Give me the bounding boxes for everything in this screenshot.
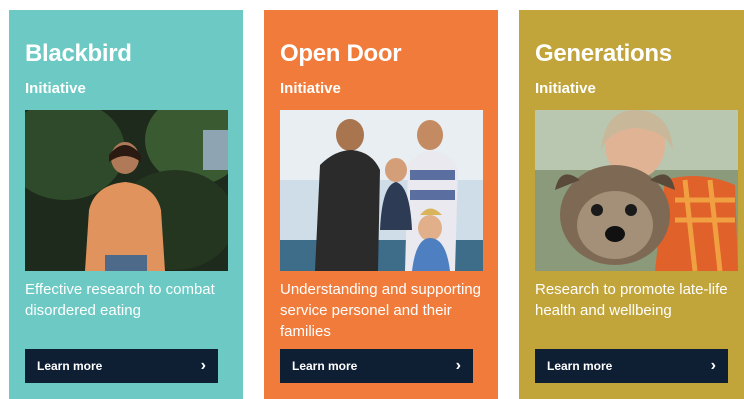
- chevron-right-icon: ›: [200, 357, 206, 374]
- card-description: Research to promote late-life health and…: [535, 281, 728, 319]
- learn-more-button[interactable]: Learn more ›: [280, 349, 473, 383]
- chevron-right-icon: ›: [455, 357, 461, 374]
- card-title: Open Door: [280, 40, 402, 67]
- card-title: Generations: [535, 40, 672, 67]
- card-open-door: Open Door Initiative Understanding and s…: [264, 10, 498, 399]
- learn-more-button[interactable]: Learn more ›: [25, 349, 218, 383]
- learn-more-button[interactable]: Learn more ›: [535, 349, 728, 383]
- card-photo: [535, 110, 738, 271]
- button-label: Learn more: [37, 359, 103, 373]
- card-blackbird: Blackbird Initiative Effective research …: [9, 10, 243, 399]
- card-description: Effective research to combat disordered …: [25, 281, 215, 319]
- card-photo: [25, 110, 228, 271]
- card-subtitle: Initiative: [25, 80, 86, 97]
- card-photo: [280, 110, 483, 271]
- card-title: Blackbird: [25, 40, 132, 67]
- card-description: Understanding and supporting service per…: [280, 281, 481, 340]
- card-subtitle: Initiative: [280, 80, 341, 97]
- chevron-right-icon: ›: [710, 357, 716, 374]
- card-generations: Generations Initiative Research to promo…: [519, 10, 744, 399]
- card-subtitle: Initiative: [535, 80, 596, 97]
- button-label: Learn more: [547, 359, 613, 373]
- button-label: Learn more: [292, 359, 358, 373]
